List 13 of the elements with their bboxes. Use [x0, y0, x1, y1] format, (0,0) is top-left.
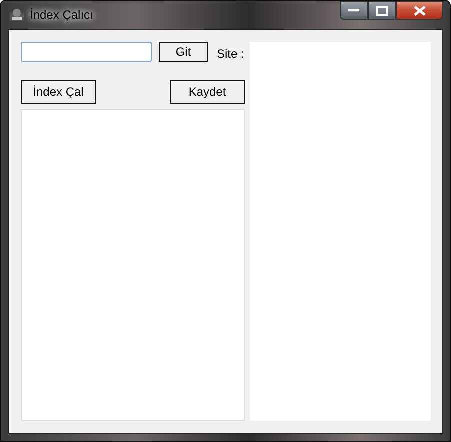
save-button[interactable]: Kaydet — [170, 80, 245, 104]
window-title: İndex Çalıcı — [30, 8, 94, 22]
url-field[interactable] — [21, 42, 152, 62]
close-button[interactable] — [396, 1, 443, 20]
app-icon — [8, 7, 26, 23]
steal-index-button[interactable]: İndex Çal — [21, 80, 96, 104]
site-label: Site : — [217, 47, 244, 61]
maximize-button[interactable] — [368, 1, 396, 20]
close-icon — [414, 6, 426, 16]
go-button[interactable]: Git — [159, 42, 208, 62]
minimize-button[interactable] — [340, 1, 368, 20]
maximize-icon — [376, 6, 388, 16]
minimize-icon — [348, 8, 360, 12]
